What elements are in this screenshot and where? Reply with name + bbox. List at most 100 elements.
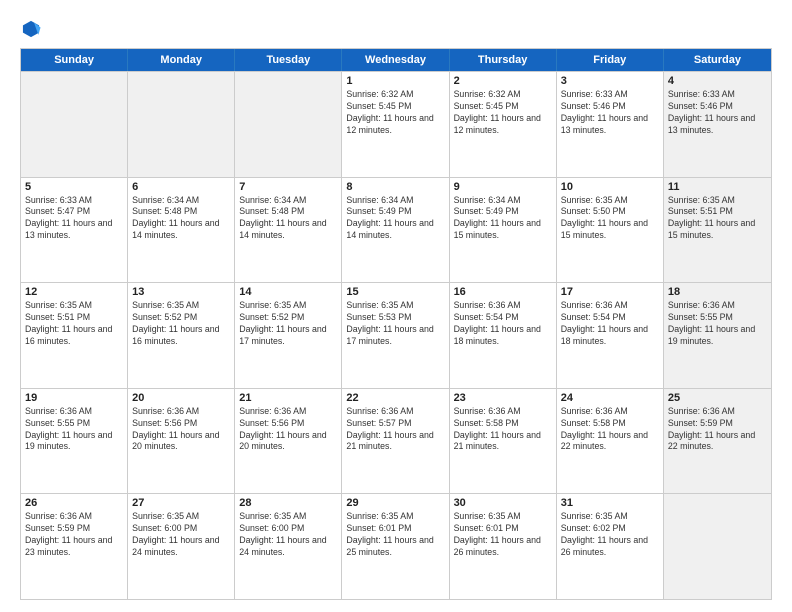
cell-info-line: Sunset: 6:02 PM: [561, 523, 659, 535]
cell-info-line: Sunset: 5:47 PM: [25, 206, 123, 218]
cal-cell-3-7: 18Sunrise: 6:36 AMSunset: 5:55 PMDayligh…: [664, 283, 771, 388]
day-number: 12: [25, 286, 123, 298]
cal-cell-4-6: 24Sunrise: 6:36 AMSunset: 5:58 PMDayligh…: [557, 389, 664, 494]
cal-cell-3-6: 17 Sunrise: 6:36 AMSunset: 5:54 PMDayligh…: [557, 283, 664, 388]
cell-info-line: Sunrise: 6:34 AM: [132, 195, 230, 207]
week-row-2: 5Sunrise: 6:33 AMSunset: 5:47 PMDaylight…: [21, 177, 771, 283]
cell-info-line: Daylight: 11 hours and 24 minutes.: [132, 535, 230, 559]
cell-info-line: Daylight: 11 hours and 23 minutes.: [25, 535, 123, 559]
weekday-header-monday: Monday: [128, 49, 235, 71]
cal-cell-1-5: 2Sunrise: 6:32 AMSunset: 5:45 PMDaylight…: [450, 72, 557, 177]
cell-info-line: Sunset: 5:56 PM: [132, 418, 230, 430]
cal-cell-4-3: 21Sunrise: 6:36 AMSunset: 5:56 PMDayligh…: [235, 389, 342, 494]
cell-info-line: Sunset: 5:49 PM: [346, 206, 444, 218]
cell-info-line: Sunset: 5:52 PM: [132, 312, 230, 324]
cell-info-line: Sunset: 5:50 PM: [561, 206, 659, 218]
cell-info-line: Daylight: 11 hours and 19 minutes.: [668, 324, 767, 348]
cell-info-line: Sunset: 5:46 PM: [668, 101, 767, 113]
cell-info-line: Daylight: 11 hours and 13 minutes.: [561, 113, 659, 137]
day-number: 22: [346, 392, 444, 404]
cell-info-line: Daylight: 11 hours and 25 minutes.: [346, 535, 444, 559]
day-number: 21: [239, 392, 337, 404]
cell-info-line: Sunrise: 6:36 AM: [132, 406, 230, 418]
cal-cell-4-1: 19Sunrise: 6:36 AMSunset: 5:55 PMDayligh…: [21, 389, 128, 494]
week-row-5: 26Sunrise: 6:36 AMSunset: 5:59 PMDayligh…: [21, 493, 771, 599]
cell-info-line: Sunset: 5:56 PM: [239, 418, 337, 430]
day-number: 31: [561, 497, 659, 509]
weekday-header-wednesday: Wednesday: [342, 49, 449, 71]
logo-icon: [20, 18, 42, 40]
cal-cell-3-3: 14Sunrise: 6:35 AMSunset: 5:52 PMDayligh…: [235, 283, 342, 388]
day-number: 18: [668, 286, 767, 298]
cell-info-line: Daylight: 11 hours and 20 minutes.: [132, 430, 230, 454]
week-row-4: 19Sunrise: 6:36 AMSunset: 5:55 PMDayligh…: [21, 388, 771, 494]
cell-info-line: Sunset: 5:54 PM: [561, 312, 659, 324]
cell-info-line: Daylight: 11 hours and 15 minutes.: [561, 218, 659, 242]
cell-info-line: Sunrise: 6:35 AM: [132, 300, 230, 312]
day-number: 9: [454, 181, 552, 193]
cell-info-line: Daylight: 11 hours and 14 minutes.: [346, 218, 444, 242]
cell-info-line: Sunrise: 6:35 AM: [132, 511, 230, 523]
cell-info-line: Daylight: 11 hours and 19 minutes.: [25, 430, 123, 454]
cell-info-line: Sunset: 6:00 PM: [239, 523, 337, 535]
day-number: 27: [132, 497, 230, 509]
cal-cell-3-2: 13Sunrise: 6:35 AMSunset: 5:52 PMDayligh…: [128, 283, 235, 388]
cell-info-line: Daylight: 11 hours and 17 minutes.: [239, 324, 337, 348]
cell-info-line: Sunrise: 6:36 AM: [25, 511, 123, 523]
weekday-header-thursday: Thursday: [450, 49, 557, 71]
day-number: 16: [454, 286, 552, 298]
cell-info-line: Sunrise: 6:34 AM: [346, 195, 444, 207]
cal-cell-2-2: 6Sunrise: 6:34 AMSunset: 5:48 PMDaylight…: [128, 178, 235, 283]
cell-info-line: Daylight: 11 hours and 21 minutes.: [454, 430, 552, 454]
cell-info-line: Daylight: 11 hours and 18 minutes.: [561, 324, 659, 348]
cal-cell-2-1: 5Sunrise: 6:33 AMSunset: 5:47 PMDaylight…: [21, 178, 128, 283]
day-number: 26: [25, 497, 123, 509]
calendar: SundayMondayTuesdayWednesdayThursdayFrid…: [20, 48, 772, 600]
cal-cell-2-7: 11Sunrise: 6:35 AMSunset: 5:51 PMDayligh…: [664, 178, 771, 283]
weekday-header-sunday: Sunday: [21, 49, 128, 71]
cell-info-line: Daylight: 11 hours and 12 minutes.: [454, 113, 552, 137]
cal-cell-3-1: 12Sunrise: 6:35 AMSunset: 5:51 PMDayligh…: [21, 283, 128, 388]
day-number: 13: [132, 286, 230, 298]
cell-info-line: Daylight: 11 hours and 13 minutes.: [668, 113, 767, 137]
cell-info-line: Sunrise: 6:36 AM: [561, 300, 659, 312]
cell-info-line: Sunset: 5:48 PM: [239, 206, 337, 218]
cell-info-line: Sunrise: 6:35 AM: [239, 511, 337, 523]
cell-info-line: Daylight: 11 hours and 26 minutes.: [454, 535, 552, 559]
cell-info-line: Sunrise: 6:32 AM: [346, 89, 444, 101]
cell-info-line: Daylight: 11 hours and 22 minutes.: [668, 430, 767, 454]
cell-info-line: Sunset: 5:51 PM: [25, 312, 123, 324]
cal-cell-1-6: 3Sunrise: 6:33 AMSunset: 5:46 PMDaylight…: [557, 72, 664, 177]
cell-info-line: Sunrise: 6:36 AM: [454, 406, 552, 418]
day-number: 3: [561, 75, 659, 87]
cal-cell-5-7: [664, 494, 771, 599]
day-number: 17: [561, 286, 659, 298]
weekday-header-tuesday: Tuesday: [235, 49, 342, 71]
cell-info-line: Sunset: 5:51 PM: [668, 206, 767, 218]
cal-cell-1-2: [128, 72, 235, 177]
cell-info-line: Daylight: 11 hours and 21 minutes.: [346, 430, 444, 454]
cell-info-line: Sunrise: 6:35 AM: [454, 511, 552, 523]
cell-info-line: Sunset: 6:01 PM: [346, 523, 444, 535]
header: [20, 18, 772, 40]
day-number: 19: [25, 392, 123, 404]
cell-info-line: Sunrise: 6:36 AM: [239, 406, 337, 418]
cal-cell-4-5: 23Sunrise: 6:36 AMSunset: 5:58 PMDayligh…: [450, 389, 557, 494]
weekday-header-friday: Friday: [557, 49, 664, 71]
day-number: 4: [668, 75, 767, 87]
cell-info-line: Sunrise: 6:36 AM: [25, 406, 123, 418]
cal-cell-1-4: 1Sunrise: 6:32 AMSunset: 5:45 PMDaylight…: [342, 72, 449, 177]
week-row-1: 1Sunrise: 6:32 AMSunset: 5:45 PMDaylight…: [21, 71, 771, 177]
cell-info-line: Daylight: 11 hours and 24 minutes.: [239, 535, 337, 559]
cell-info-line: Sunrise: 6:35 AM: [25, 300, 123, 312]
cell-info-line: Sunset: 6:00 PM: [132, 523, 230, 535]
cell-info-line: Sunset: 5:53 PM: [346, 312, 444, 324]
cell-info-line: Sunrise: 6:34 AM: [239, 195, 337, 207]
day-number: 7: [239, 181, 337, 193]
cell-info-line: Sunrise: 6:36 AM: [346, 406, 444, 418]
cell-info-line: Sunset: 5:58 PM: [561, 418, 659, 430]
cal-cell-5-1: 26Sunrise: 6:36 AMSunset: 5:59 PMDayligh…: [21, 494, 128, 599]
cell-info-line: Sunrise: 6:33 AM: [561, 89, 659, 101]
page: SundayMondayTuesdayWednesdayThursdayFrid…: [0, 0, 792, 612]
cell-info-line: Sunrise: 6:36 AM: [668, 406, 767, 418]
